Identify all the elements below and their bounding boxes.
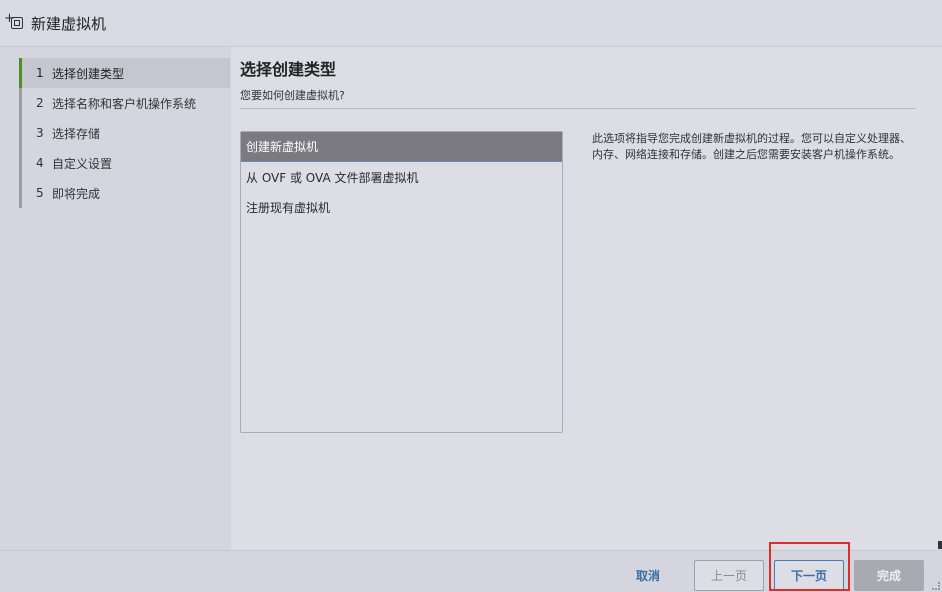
step-item-4[interactable]: 4 自定义设置	[19, 148, 230, 178]
step-item-1[interactable]: 1 选择创建类型	[19, 58, 230, 88]
cancel-button[interactable]: 取消	[628, 560, 668, 591]
step-label: 选择存储	[52, 126, 101, 141]
step-number: 5	[36, 186, 44, 200]
page-subtitle: 您要如何创建虚拟机?	[240, 89, 345, 102]
step-item-2[interactable]: 2 选择名称和客户机操作系统	[19, 88, 230, 118]
next-button[interactable]: 下一页	[774, 560, 844, 591]
step-label: 自定义设置	[52, 156, 113, 171]
page-title: 选择创建类型	[240, 60, 337, 79]
step-item-5[interactable]: 5 即将完成	[19, 178, 230, 208]
step-label: 选择创建类型	[52, 66, 125, 81]
resize-grip-icon[interactable]	[932, 582, 940, 590]
wizard-steps-sidebar: 1 选择创建类型 2 选择名称和客户机操作系统 3 选择存储 4 自定义设置 5…	[0, 47, 231, 550]
previous-button[interactable]: 上一页	[694, 560, 764, 591]
step-label: 选择名称和客户机操作系统	[52, 96, 197, 111]
edge-marker	[938, 541, 942, 549]
type-option-deploy-ovf[interactable]: 从 OVF 或 OVA 文件部署虚拟机	[241, 162, 562, 192]
step-number: 4	[36, 156, 44, 170]
finish-button[interactable]: 完成	[854, 560, 924, 591]
type-description: 此选项将指导您完成创建新虚拟机的过程。您可以自定义处理器、内存、网络连接和存储。…	[592, 132, 911, 161]
type-option-create-new[interactable]: 创建新虚拟机	[241, 132, 562, 162]
step-number: 1	[36, 66, 44, 80]
window-title: 新建虚拟机	[31, 14, 107, 33]
main-panel: 选择创建类型 您要如何创建虚拟机? 创建新虚拟机 从 OVF 或 OVA 文件部…	[231, 47, 942, 550]
new-vm-icon: +	[4, 11, 26, 34]
step-item-3[interactable]: 3 选择存储	[19, 118, 230, 148]
wizard-footer: 取消 上一页 下一页 完成	[0, 550, 942, 592]
divider	[240, 108, 916, 109]
type-option-register-existing[interactable]: 注册现有虚拟机	[241, 192, 562, 222]
step-label: 即将完成	[52, 186, 101, 201]
step-number: 2	[36, 96, 44, 110]
step-number: 3	[36, 126, 44, 140]
title-bar: + 新建虚拟机	[0, 0, 942, 47]
creation-type-list: 创建新虚拟机 从 OVF 或 OVA 文件部署虚拟机 注册现有虚拟机	[240, 131, 563, 433]
steps-list: 1 选择创建类型 2 选择名称和客户机操作系统 3 选择存储 4 自定义设置 5…	[19, 58, 230, 208]
new-vm-wizard: + 新建虚拟机 1 选择创建类型 2 选择名称和客户机操作系统 3 选择存储 4…	[0, 0, 942, 592]
